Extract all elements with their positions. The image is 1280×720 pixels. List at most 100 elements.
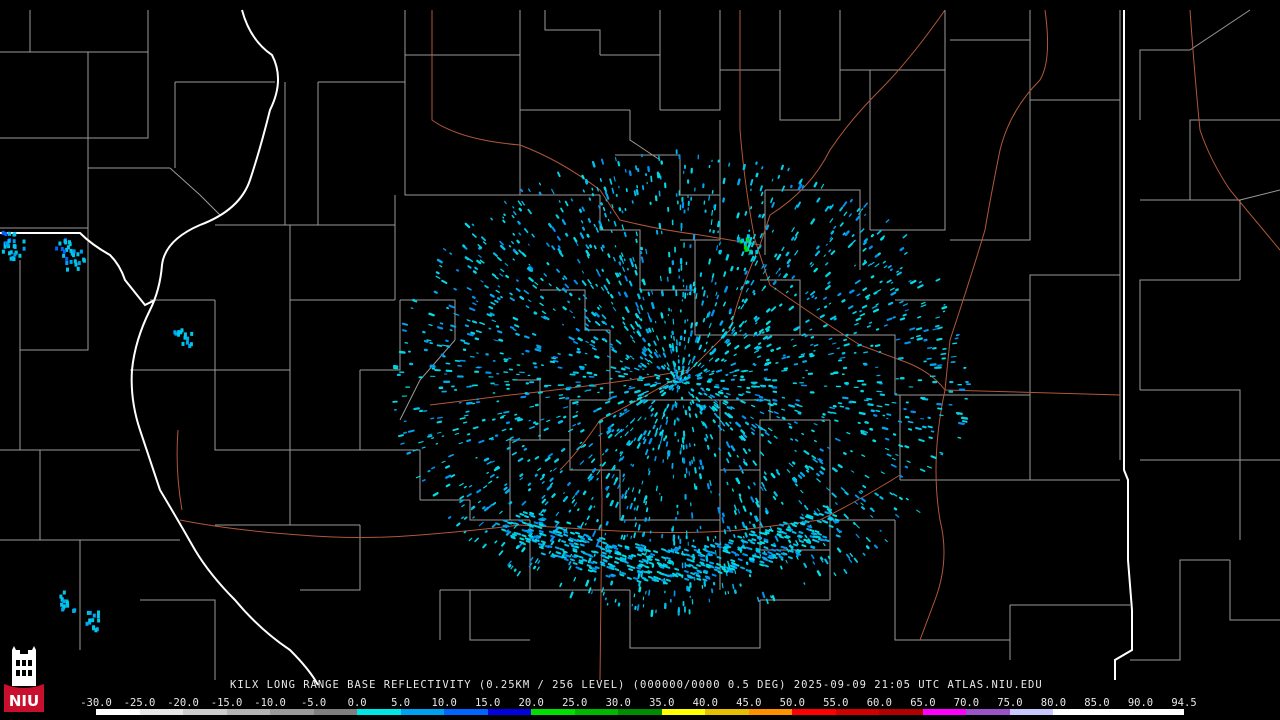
echo-pixel xyxy=(612,414,617,418)
storm-pixel xyxy=(4,232,8,236)
echo-pixel xyxy=(875,328,880,331)
echo-pixel xyxy=(584,522,587,526)
echo-pixel xyxy=(709,480,712,486)
echo-pixel xyxy=(495,522,501,526)
echo-pixel xyxy=(728,539,734,543)
echo-pixel xyxy=(770,472,776,479)
storm-pixel xyxy=(85,621,89,626)
echo-pixel xyxy=(730,445,736,452)
colorbar-segment xyxy=(96,709,140,715)
echo-pixel xyxy=(583,308,588,312)
echo-pixel xyxy=(614,568,620,572)
echo-pixel xyxy=(589,343,596,348)
echo-pixel xyxy=(537,526,543,529)
echo-pixel xyxy=(623,408,628,412)
echo-pixel xyxy=(563,558,569,562)
echo-pixel xyxy=(770,197,774,203)
echo-pixel xyxy=(727,451,732,458)
echo-pixel xyxy=(723,395,729,399)
echo-pixel xyxy=(614,560,619,564)
echo-pixel xyxy=(690,393,695,398)
echo-pixel xyxy=(938,414,944,417)
echo-pixel xyxy=(501,414,506,417)
echo-pixel xyxy=(737,546,743,550)
echo-pixel xyxy=(723,271,727,277)
echo-pixel xyxy=(765,598,769,605)
echo-pixel xyxy=(825,271,831,278)
echo-pixel xyxy=(728,323,734,329)
echo-pixel xyxy=(718,241,721,246)
echo-pixel xyxy=(810,263,815,268)
echo-pixel xyxy=(779,535,784,539)
echo-pixel xyxy=(787,556,793,560)
echo-pixel xyxy=(873,544,879,549)
echo-pixel xyxy=(611,348,618,353)
echo-pixel xyxy=(525,305,530,309)
echo-pixel xyxy=(560,448,566,452)
echo-pixel xyxy=(732,583,735,590)
echo-pixel xyxy=(572,401,579,405)
echo-pixel xyxy=(605,193,610,200)
echo-pixel xyxy=(811,455,817,460)
echo-pixel xyxy=(760,541,765,545)
echo-pixel xyxy=(556,531,562,534)
echo-pixel xyxy=(460,516,465,520)
echo-pixel xyxy=(569,292,573,297)
echo-pixel xyxy=(781,356,787,360)
echo-pixel xyxy=(558,251,564,257)
echo-pixel xyxy=(758,328,764,333)
echo-pixel xyxy=(828,516,834,520)
echo-pixel xyxy=(463,414,469,417)
echo-pixel xyxy=(587,218,592,223)
echo-pixel xyxy=(696,374,701,378)
echo-pixel xyxy=(740,429,746,435)
echo-pixel xyxy=(641,184,645,191)
echo-pixel xyxy=(662,408,667,415)
echo-pixel xyxy=(661,365,666,370)
echo-pixel xyxy=(715,369,723,373)
echo-pixel xyxy=(503,358,509,361)
echo-pixel xyxy=(482,543,487,549)
echo-pixel xyxy=(483,506,490,512)
echo-pixel xyxy=(630,260,635,268)
echo-pixel xyxy=(713,412,719,418)
echo-pixel xyxy=(771,202,775,208)
echo-pixel xyxy=(666,403,670,409)
echo-pixel xyxy=(500,268,505,273)
echo-pixel xyxy=(737,178,741,186)
echo-pixel xyxy=(760,486,764,492)
echo-pixel xyxy=(886,279,892,284)
echo-pixel xyxy=(576,347,581,351)
echo-pixel xyxy=(645,248,648,255)
echo-pixel xyxy=(622,473,626,478)
echo-pixel xyxy=(895,514,900,518)
storm-pixel xyxy=(92,613,96,618)
echo-pixel xyxy=(819,470,824,475)
echo-pixel xyxy=(601,244,605,249)
echo-pixel xyxy=(687,337,690,344)
echo-pixel xyxy=(521,534,527,538)
echo-pixel xyxy=(757,247,760,250)
echo-pixel xyxy=(889,268,893,272)
echo-pixel xyxy=(837,402,843,405)
storm-pixel xyxy=(88,610,92,615)
echo-pixel xyxy=(751,431,755,436)
echo-pixel xyxy=(733,534,736,538)
echo-pixel xyxy=(505,531,510,536)
echo-pixel xyxy=(662,581,668,585)
echo-pixel xyxy=(906,460,911,463)
echo-pixel xyxy=(828,302,832,305)
echo-pixel xyxy=(899,474,903,478)
echo-pixel xyxy=(771,178,774,182)
echo-pixel xyxy=(692,456,695,462)
echo-pixel xyxy=(565,232,569,237)
echo-pixel xyxy=(617,400,624,405)
echo-pixel xyxy=(843,211,848,217)
echo-pixel xyxy=(536,344,542,348)
echo-pixel xyxy=(774,535,779,542)
echo-pixel xyxy=(615,477,619,482)
echo-pixel xyxy=(750,179,754,186)
echo-pixel xyxy=(876,405,883,408)
echo-pixel xyxy=(541,473,546,477)
echo-pixel xyxy=(674,551,680,555)
